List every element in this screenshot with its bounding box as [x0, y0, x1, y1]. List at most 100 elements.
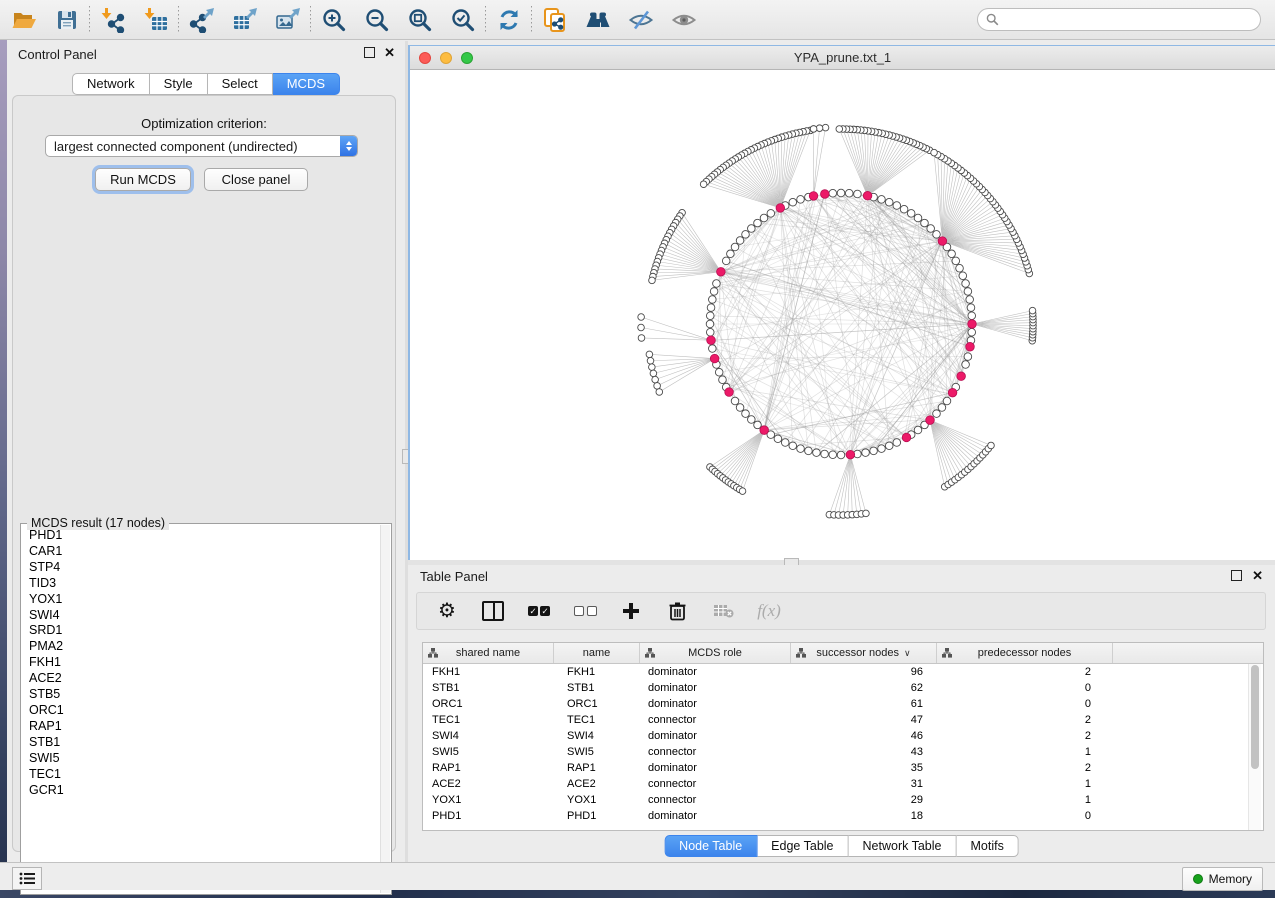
column-header-mcds-role[interactable]: MCDS role [640, 643, 791, 663]
close-panel-button[interactable]: Close panel [204, 168, 308, 191]
task-history-button[interactable] [12, 867, 42, 890]
add-row-icon[interactable] [619, 599, 643, 623]
result-list-item[interactable]: TEC1 [29, 767, 381, 783]
scrollbar-thumb[interactable] [1251, 665, 1259, 769]
clear-selection-icon[interactable] [573, 599, 597, 623]
sort-caret-icon[interactable]: ∨ [904, 648, 911, 659]
float-panel-icon[interactable] [1231, 570, 1242, 581]
result-list-item[interactable]: STP4 [29, 560, 381, 576]
table-cell: TEC1 [423, 714, 554, 726]
mcds-list-scrollbar[interactable] [380, 525, 390, 893]
network-canvas[interactable] [410, 70, 1275, 561]
column-header-name[interactable]: name [554, 643, 640, 663]
run-mcds-button[interactable]: Run MCDS [95, 168, 191, 191]
result-list-item[interactable]: TID3 [29, 576, 381, 592]
toolbar-separator [178, 6, 179, 34]
table-row[interactable]: YOX1YOX1connector291 [423, 792, 1263, 808]
table-row[interactable]: ACE2ACE2connector311 [423, 776, 1263, 792]
table-row[interactable]: FKH1FKH1dominator962 [423, 664, 1263, 680]
table-cell: STB1 [554, 682, 640, 694]
zoom-selected-icon[interactable] [449, 6, 476, 33]
column-header-successor-nodes[interactable]: successor nodes∨ [791, 643, 937, 663]
tab-select[interactable]: Select [208, 73, 273, 95]
save-session-icon[interactable] [53, 6, 80, 33]
table-row[interactable]: PHD1PHD1dominator180 [423, 808, 1263, 824]
export-image-icon[interactable] [274, 6, 301, 33]
table-scrollbar[interactable] [1248, 664, 1261, 830]
tab-network-table[interactable]: Network Table [849, 835, 957, 857]
optimization-criterion-label: Optimization criterion: [13, 116, 395, 131]
table-row[interactable]: SWI5SWI5connector431 [423, 744, 1263, 760]
table-header-row: shared namenameMCDS rolesuccessor nodes∨… [423, 643, 1263, 664]
control-panel-title: Control Panel [18, 47, 97, 62]
table-cell: 1 [937, 746, 1113, 758]
table-cell: YOX1 [554, 794, 640, 806]
settings-gear-icon[interactable]: ⚙ [435, 599, 459, 623]
close-panel-icon[interactable]: ✕ [384, 47, 395, 58]
control-panel-tabs: NetworkStyleSelectMCDS [72, 73, 340, 95]
result-list-item[interactable]: GCR1 [29, 783, 381, 799]
result-list-item[interactable]: SWI5 [29, 751, 381, 767]
network-graph[interactable] [410, 70, 1275, 561]
memory-button[interactable]: Memory [1182, 867, 1263, 891]
table-row[interactable]: ORC1ORC1dominator610 [423, 696, 1263, 712]
zoom-out-icon[interactable] [363, 6, 390, 33]
tab-mcds[interactable]: MCDS [273, 73, 340, 95]
result-list-item[interactable]: STB1 [29, 735, 381, 751]
result-list-item[interactable]: FKH1 [29, 655, 381, 671]
result-list-item[interactable]: PHD1 [29, 528, 381, 544]
tab-motifs[interactable]: Motifs [956, 835, 1018, 857]
select-all-icon[interactable]: ✓✓ [527, 599, 551, 623]
table-row[interactable]: TEC1TEC1connector472 [423, 712, 1263, 728]
delete-row-icon[interactable] [665, 599, 689, 623]
optimization-criterion-select[interactable]: largest connected component (undirected) [45, 135, 358, 157]
zoom-fit-icon[interactable] [406, 6, 433, 33]
tab-style[interactable]: Style [150, 73, 208, 95]
export-table-icon[interactable] [231, 6, 258, 33]
result-list-item[interactable]: ORC1 [29, 703, 381, 719]
float-panel-icon[interactable] [364, 47, 375, 58]
column-header-predecessor-nodes[interactable]: predecessor nodes [937, 643, 1113, 663]
import-network-icon[interactable] [99, 6, 126, 33]
result-list-item[interactable]: SRD1 [29, 623, 381, 639]
duplicate-network-icon[interactable] [541, 6, 568, 33]
memory-label: Memory [1209, 872, 1252, 886]
result-list-item[interactable]: YOX1 [29, 592, 381, 608]
import-table-icon[interactable] [142, 6, 169, 33]
binoculars-icon[interactable] [584, 6, 611, 33]
mcds-result-list[interactable]: PHD1CAR1STP4TID3YOX1SWI4SRD1PMA2FKH1ACE2… [21, 528, 381, 892]
select-stepper-icon [340, 136, 357, 156]
table-cell: ORC1 [423, 698, 554, 710]
result-list-item[interactable]: PMA2 [29, 639, 381, 655]
refresh-icon[interactable] [495, 6, 522, 33]
table-cell: 29 [791, 794, 937, 806]
network-window-titlebar[interactable]: YPA_prune.txt_1 [410, 46, 1275, 70]
table-cell: 18 [791, 810, 937, 822]
zoom-in-icon[interactable] [320, 6, 347, 33]
show-graphics-details-icon[interactable] [670, 6, 697, 33]
result-list-item[interactable]: CAR1 [29, 544, 381, 560]
result-list-item[interactable]: RAP1 [29, 719, 381, 735]
result-list-item[interactable]: STB5 [29, 687, 381, 703]
tab-network[interactable]: Network [72, 73, 150, 95]
table-cell: 2 [937, 730, 1113, 742]
result-list-item[interactable]: ACE2 [29, 671, 381, 687]
control-panel: Control Panel ✕ NetworkStyleSelectMCDS O… [7, 41, 405, 862]
table-row[interactable]: RAP1RAP1dominator352 [423, 760, 1263, 776]
tab-node-table[interactable]: Node Table [664, 835, 757, 857]
tab-edge-table[interactable]: Edge Table [757, 835, 848, 857]
close-panel-icon[interactable]: ✕ [1252, 570, 1263, 581]
node-table[interactable]: shared namenameMCDS rolesuccessor nodes∨… [422, 642, 1264, 831]
result-list-item[interactable]: SWI4 [29, 608, 381, 624]
table-row[interactable]: SWI4SWI4dominator462 [423, 728, 1263, 744]
table-cell: SWI5 [554, 746, 640, 758]
table-row[interactable]: STB1STB1dominator620 [423, 680, 1263, 696]
column-header-shared-name[interactable]: shared name [423, 643, 554, 663]
export-network-icon[interactable] [188, 6, 215, 33]
open-file-icon[interactable] [10, 6, 37, 33]
hide-graphics-details-icon[interactable] [627, 6, 654, 33]
search-input[interactable] [999, 12, 1260, 28]
show-columns-icon[interactable] [481, 599, 505, 623]
search-box[interactable] [977, 8, 1261, 31]
search-icon [986, 13, 999, 26]
